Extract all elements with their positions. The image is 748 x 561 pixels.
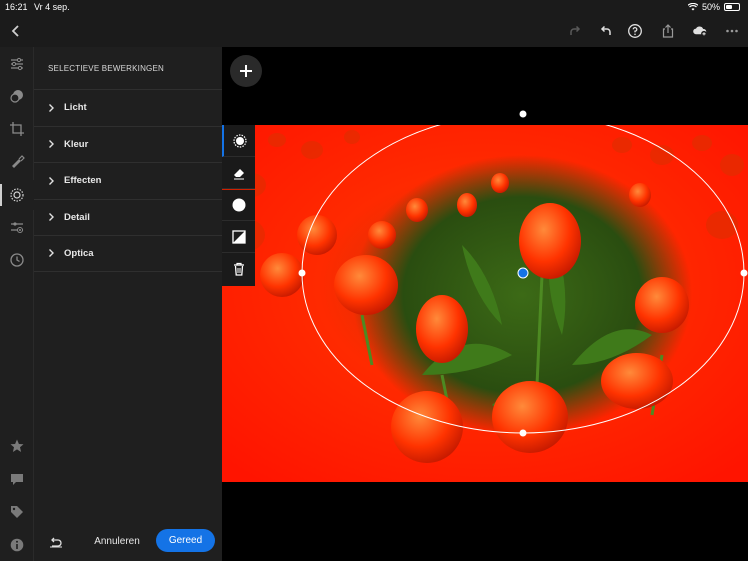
undo-icon xyxy=(600,25,611,35)
history-icon xyxy=(10,253,24,267)
battery-icon xyxy=(724,3,740,11)
reset-button[interactable] xyxy=(46,533,66,551)
radial-mask-tool[interactable] xyxy=(222,125,255,157)
status-time: 16:21 xyxy=(5,2,28,12)
rail-tags[interactable] xyxy=(0,497,34,527)
section-detail[interactable]: Detail xyxy=(34,198,222,236)
invert-mask-icon xyxy=(231,229,246,244)
invert-mask-tool[interactable] xyxy=(222,221,255,253)
radial-gradient-icon xyxy=(232,133,247,148)
rail-edit[interactable] xyxy=(0,49,34,79)
mask-top-handle[interactable] xyxy=(518,109,528,119)
battery-fill xyxy=(726,5,732,9)
rail-healing[interactable] xyxy=(0,146,34,176)
chevron-right-icon xyxy=(49,213,54,222)
section-label: Optica xyxy=(64,247,94,259)
trash-icon xyxy=(233,262,244,276)
healing-icon xyxy=(12,155,25,168)
section-licht[interactable]: Licht xyxy=(34,89,222,126)
reset-icon xyxy=(50,537,62,548)
rail-presets[interactable] xyxy=(0,81,34,111)
rail-history[interactable] xyxy=(0,245,34,275)
cloud-add-icon xyxy=(693,26,707,37)
wifi-icon xyxy=(687,3,698,11)
rail-crop[interactable] xyxy=(0,114,34,144)
tulip-photo-image xyxy=(222,125,748,482)
rail-versions[interactable] xyxy=(0,212,34,242)
section-effecten[interactable]: Effecten xyxy=(34,162,222,199)
presets-icon xyxy=(10,90,23,103)
delete-mask-tool[interactable] xyxy=(222,253,255,285)
plus-icon xyxy=(240,65,252,77)
mask-tools xyxy=(222,125,255,286)
rail-comments[interactable] xyxy=(0,464,34,494)
info-icon xyxy=(10,538,24,552)
top-toolbar xyxy=(0,14,748,47)
section-optica[interactable]: Optica xyxy=(34,235,222,272)
rail-info[interactable] xyxy=(0,530,34,560)
chevron-right-icon xyxy=(49,249,54,258)
section-kleur[interactable]: Kleur xyxy=(34,125,222,163)
back-button[interactable] xyxy=(2,14,30,47)
section-label: Kleur xyxy=(64,138,89,150)
selective-edits-panel: SELECTIEVE BEWERKINGEN Licht Kleur Effec… xyxy=(34,47,222,561)
panel-sections: Licht Kleur Effecten Detail Optica xyxy=(34,89,222,272)
share-button[interactable] xyxy=(654,14,682,47)
tag-icon xyxy=(11,506,23,518)
sliders-icon xyxy=(11,57,23,71)
section-label: Effecten xyxy=(64,175,102,187)
rail-rating[interactable] xyxy=(0,431,34,461)
more-icon xyxy=(726,29,738,32)
photo-canvas[interactable] xyxy=(222,47,748,561)
redo-button[interactable] xyxy=(561,14,589,47)
help-button[interactable] xyxy=(621,14,649,47)
status-date: Vr 4 sep. xyxy=(34,2,70,12)
chevron-right-icon xyxy=(49,140,54,149)
share-icon xyxy=(662,23,674,38)
undo-button[interactable] xyxy=(592,14,620,47)
star-icon xyxy=(10,439,24,452)
add-mask-button[interactable] xyxy=(230,55,262,87)
help-icon xyxy=(628,23,642,38)
chevron-right-icon xyxy=(49,176,54,185)
brush-icon xyxy=(232,198,245,212)
redo-icon xyxy=(570,25,581,35)
section-label: Licht xyxy=(64,102,87,114)
section-label: Detail xyxy=(64,211,90,223)
rail-selective[interactable] xyxy=(0,180,34,210)
cancel-button[interactable]: Annuleren xyxy=(89,533,145,551)
brush-tool[interactable] xyxy=(222,189,255,221)
tool-rail xyxy=(0,47,34,561)
photo[interactable] xyxy=(222,125,748,482)
done-button[interactable]: Gereed xyxy=(156,529,215,552)
chevron-left-icon xyxy=(11,24,19,37)
versions-icon xyxy=(11,222,23,233)
cloud-button[interactable] xyxy=(686,14,714,47)
comment-icon xyxy=(11,474,23,485)
battery-percent: 50% xyxy=(701,2,720,12)
more-button[interactable] xyxy=(718,14,746,47)
crop-icon xyxy=(10,122,24,136)
panel-title: SELECTIEVE BEWERKINGEN xyxy=(48,64,164,73)
selective-icon xyxy=(10,188,24,202)
eraser-tool[interactable] xyxy=(222,157,255,189)
panel-footer: Annuleren Gereed xyxy=(34,525,222,561)
status-bar: 16:21 Vr 4 sep. 50% xyxy=(0,0,748,14)
eraser-icon xyxy=(233,168,244,179)
status-right: 50% xyxy=(687,2,740,12)
chevron-right-icon xyxy=(49,103,54,112)
